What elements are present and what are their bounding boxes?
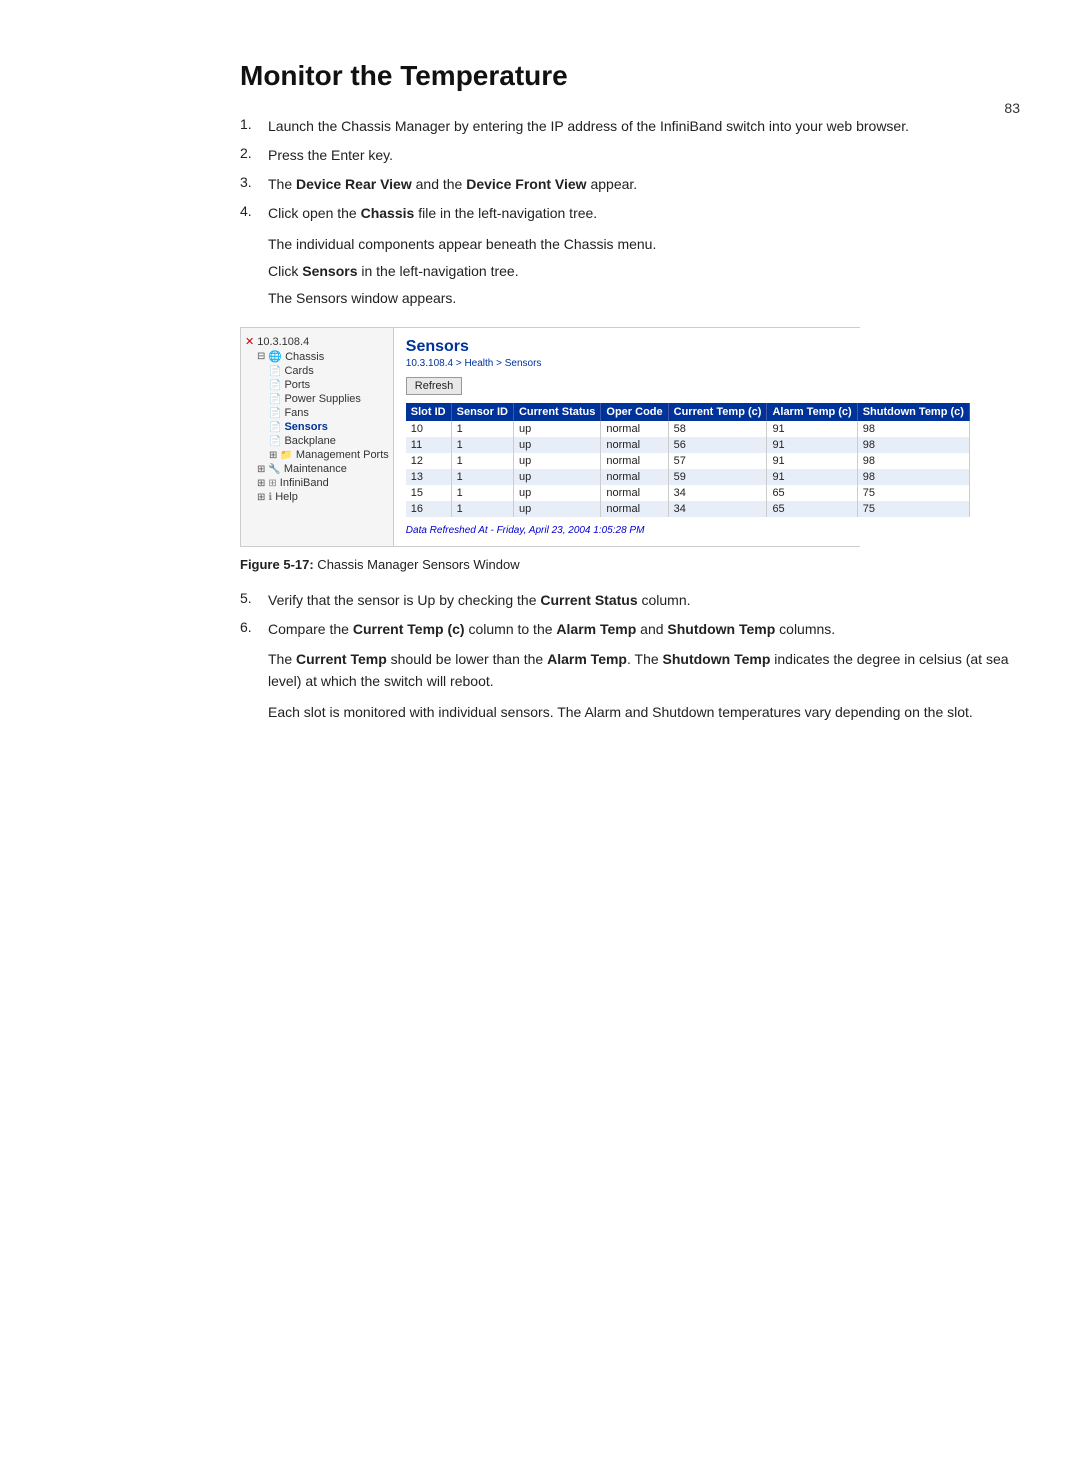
plus-icon-help: ⊞	[257, 492, 265, 503]
content-panel: Sensors 10.3.108.4 > Health > Sensors Re…	[394, 328, 982, 546]
nav-ports: 📄 Ports	[245, 378, 389, 392]
col-current-status: Current Status	[513, 403, 600, 421]
step-1: 1. Launch the Chassis Manager by enterin…	[240, 116, 1020, 137]
nav-fans: 📄 Fans	[245, 406, 389, 420]
nav-chassis: ⊟ 🌐 Chassis	[245, 349, 389, 364]
table-row: 151upnormal346575	[406, 485, 970, 501]
col-shutdown-temp: Shutdown Temp (c)	[857, 403, 969, 421]
table-header-row: Slot ID Sensor ID Current Status Oper Co…	[406, 403, 970, 421]
nav-chassis-label: Chassis	[285, 351, 324, 363]
doc-icon-power: 📄	[269, 394, 281, 405]
lower-para-1: The Current Temp should be lower than th…	[268, 648, 1020, 693]
nav-mgmt-label: Management Ports	[296, 449, 389, 461]
breadcrumb: 10.3.108.4 > Health > Sensors	[406, 358, 970, 369]
col-oper-code: Oper Code	[601, 403, 668, 421]
doc-icon-ports: 📄	[269, 380, 281, 391]
plus-icon-infiniband: ⊞	[257, 478, 265, 489]
page-title: Monitor the Temperature	[240, 60, 1020, 92]
data-refreshed-text: Data Refreshed At - Friday, April 23, 20…	[406, 525, 970, 536]
step-6: 6. Compare the Current Temp (c) column t…	[240, 619, 1020, 640]
nav-management-ports: ⊞ 📁 Management Ports	[245, 448, 389, 462]
nav-infiniband-label: InfiniBand	[280, 477, 329, 489]
doc-icon-cards: 📄	[269, 366, 281, 377]
nav-maintenance: ⊞ 🔧 Maintenance	[245, 462, 389, 476]
plus-icon-maintenance: ⊞	[257, 464, 265, 475]
col-alarm-temp: Alarm Temp (c)	[767, 403, 857, 421]
wrench-icon: 🔧	[268, 464, 280, 475]
indent-line-2: Click Sensors in the left-navigation tre…	[268, 261, 1020, 282]
indent-line-3: The Sensors window appears.	[268, 288, 1020, 309]
nav-cards: 📄 Cards	[245, 364, 389, 378]
doc-icon-fans: 📄	[269, 408, 281, 419]
sensors-table: Slot ID Sensor ID Current Status Oper Co…	[406, 403, 970, 517]
figure-text: Chassis Manager Sensors Window	[314, 557, 520, 572]
doc-icon-backplane: 📄	[269, 436, 281, 447]
col-slot-id: Slot ID	[406, 403, 451, 421]
table-row: 121upnormal579198	[406, 453, 970, 469]
nav-help-label: Help	[275, 491, 298, 503]
nav-power-supplies: 📄 Power Supplies	[245, 392, 389, 406]
sensors-heading: Sensors	[406, 338, 970, 356]
indent-line-1: The individual components appear beneath…	[268, 234, 1020, 255]
nav-panel: ✕ 10.3.108.4 ⊟ 🌐 Chassis 📄 Cards 📄 Ports	[241, 328, 394, 546]
lower-para-2: Each slot is monitored with individual s…	[268, 701, 1020, 723]
nav-ports-label: Ports	[284, 379, 310, 391]
nav-cards-label: Cards	[284, 365, 313, 377]
plus-icon-mgmt: ⊞	[269, 450, 277, 461]
doc-icon-sensors: 📄	[269, 422, 281, 433]
nav-backplane: 📄 Backplane	[245, 434, 389, 448]
nav-infiniband: ⊞ ⊞ InfiniBand	[245, 476, 389, 490]
col-sensor-id: Sensor ID	[451, 403, 513, 421]
page-number: 83	[1004, 100, 1020, 116]
nav-sensors-label: Sensors	[284, 421, 327, 433]
hash-icon: ⊞	[268, 478, 276, 489]
nav-help: ⊞ ℹ Help	[245, 490, 389, 504]
circle-i-icon: ℹ	[268, 492, 272, 503]
x-icon: ✕	[245, 335, 254, 348]
table-row: 131upnormal599198	[406, 469, 970, 485]
minus-icon: ⊟	[257, 351, 265, 362]
refresh-button[interactable]: Refresh	[406, 377, 463, 395]
step-5: 5. Verify that the sensor is Up by check…	[240, 590, 1020, 611]
figure-caption: Figure 5-17: Chassis Manager Sensors Win…	[240, 557, 1020, 572]
nav-maintenance-label: Maintenance	[284, 463, 347, 475]
step-3: 3. The Device Rear View and the Device F…	[240, 174, 1020, 195]
figure-number: Figure 5-17:	[240, 557, 314, 572]
table-row: 101upnormal589198	[406, 421, 970, 437]
step-2: 2. Press the Enter key.	[240, 145, 1020, 166]
nav-ip: ✕ 10.3.108.4	[245, 334, 389, 349]
col-current-temp: Current Temp (c)	[668, 403, 767, 421]
screenshot-sensors: ✕ 10.3.108.4 ⊟ 🌐 Chassis 📄 Cards 📄 Ports	[240, 327, 860, 547]
nav-ip-label: 10.3.108.4	[257, 336, 309, 348]
table-row: 161upnormal346575	[406, 501, 970, 517]
folder-icon-mgmt: 📁	[280, 450, 292, 461]
globe-icon: 🌐	[268, 350, 282, 363]
table-row: 111upnormal569198	[406, 437, 970, 453]
nav-fans-label: Fans	[284, 407, 308, 419]
nav-sensors[interactable]: 📄 Sensors	[245, 420, 389, 434]
nav-power-label: Power Supplies	[284, 393, 360, 405]
step-4: 4. Click open the Chassis file in the le…	[240, 203, 1020, 224]
nav-backplane-label: Backplane	[284, 435, 335, 447]
